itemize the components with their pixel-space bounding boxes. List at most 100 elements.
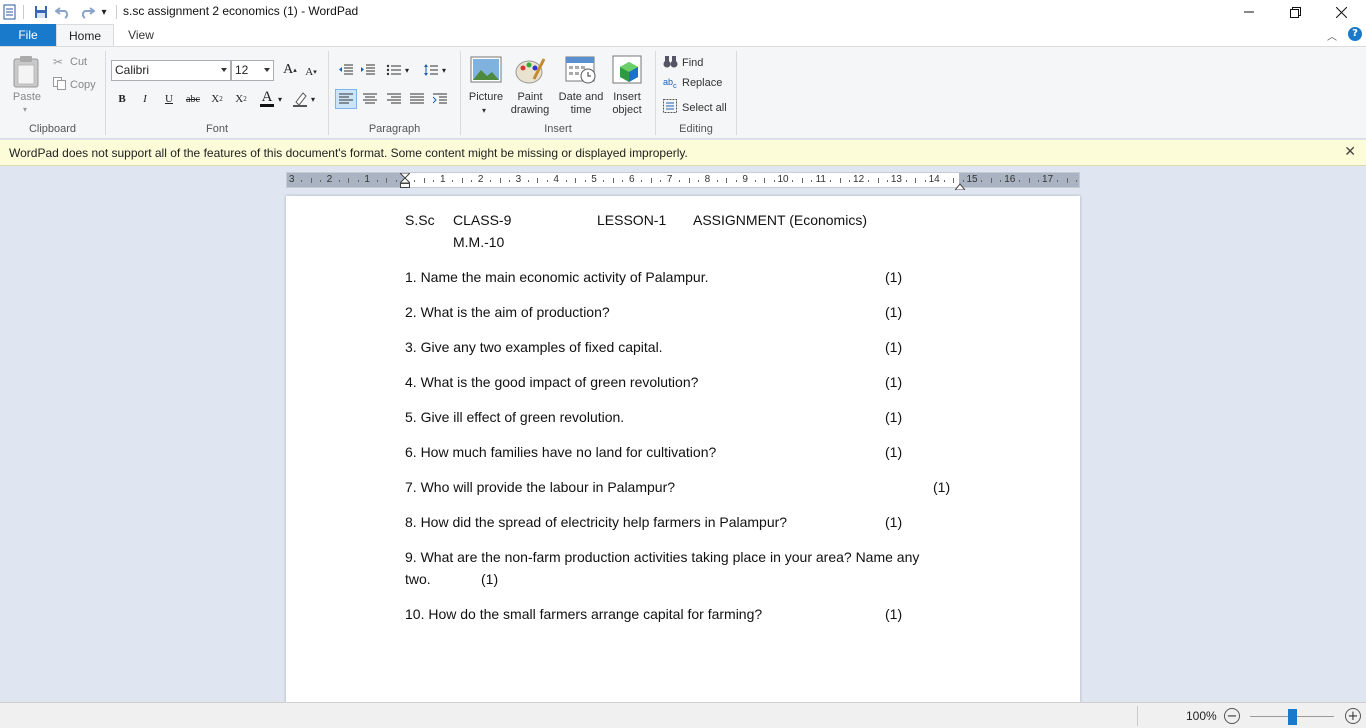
- increase-indent-icon[interactable]: [359, 61, 377, 79]
- strikethrough-icon[interactable]: abc: [184, 90, 202, 108]
- ruler-tick: [1000, 180, 1002, 182]
- ruler-left-indent-marker[interactable]: [398, 172, 412, 188]
- ruler-tick: [565, 180, 567, 182]
- ruler-tick: [924, 180, 926, 182]
- close-warning-icon[interactable]: ✕: [1344, 144, 1356, 160]
- ruler-tick: [348, 178, 350, 183]
- question-marks: (1): [885, 269, 903, 285]
- ruler-label: 6: [629, 174, 635, 185]
- help-icon[interactable]: ?: [1348, 27, 1362, 41]
- paste-dropdown-icon[interactable]: ▾: [23, 103, 27, 116]
- picture-button[interactable]: Picture: [464, 91, 508, 104]
- ruler-tick: [508, 180, 510, 182]
- ruler-tick: [603, 180, 605, 182]
- font-family-select[interactable]: Calibri: [111, 60, 231, 81]
- tab-file[interactable]: File: [0, 24, 56, 46]
- question-marks: (1): [885, 304, 903, 320]
- italic-icon[interactable]: I: [136, 90, 154, 108]
- question-text: 1. Name the main economic activity of Pa…: [405, 269, 709, 285]
- ruler-tick: [868, 180, 870, 182]
- bold-icon[interactable]: B: [113, 90, 131, 108]
- binoculars-icon: [663, 55, 679, 71]
- select-all-button[interactable]: Select all: [663, 99, 727, 116]
- ruler-tick: [499, 178, 501, 183]
- ruler-label: 10: [777, 174, 789, 185]
- chevron-down-icon[interactable]: ▾: [442, 66, 446, 75]
- ruler-tick: [433, 180, 435, 182]
- status-divider: [1137, 706, 1138, 726]
- superscript-icon[interactable]: X2: [232, 90, 250, 108]
- bullet-list-icon[interactable]: [385, 61, 403, 79]
- insert-object-label-1: Insert: [613, 91, 641, 103]
- document-page[interactable]: S.Sc CLASS-9 LESSON-1 ASSIGNMENT (Econom…: [286, 196, 1080, 716]
- select-all-icon: [663, 99, 679, 116]
- chevron-down-icon[interactable]: ▾: [278, 95, 282, 104]
- align-center-icon[interactable]: [361, 90, 379, 108]
- line-spacing-icon[interactable]: [422, 61, 440, 79]
- text-color-icon[interactable]: A: [258, 89, 276, 107]
- save-icon[interactable]: [31, 3, 51, 21]
- ruler-label: 17: [1042, 174, 1054, 185]
- underline-icon[interactable]: U: [160, 90, 178, 108]
- close-button[interactable]: [1318, 0, 1364, 24]
- highlight-color-icon[interactable]: [291, 90, 309, 108]
- header-class: CLASS-9: [453, 212, 512, 228]
- chevron-down-icon: [221, 68, 227, 72]
- replace-button[interactable]: abc Replace: [663, 77, 722, 90]
- wordpad-app-icon[interactable]: [0, 3, 20, 21]
- undo-icon[interactable]: [53, 3, 73, 21]
- ruler[interactable]: 3 2 1 1 2 3 4 5 6 7 8 9 10 11 12 13 14 15 16 17: [286, 172, 1080, 191]
- insert-object-button[interactable]: Insert object: [606, 91, 648, 117]
- header-max-marks: M.M.-10: [453, 234, 505, 250]
- ruler-tick: [622, 180, 624, 182]
- zoom-slider-thumb[interactable]: [1288, 709, 1297, 725]
- editing-group-label: Editing: [679, 123, 713, 135]
- cut-label: Cut: [70, 56, 88, 68]
- picture-icon[interactable]: [470, 55, 502, 85]
- ruler-label: 1: [364, 174, 370, 185]
- grow-font-icon[interactable]: A ▴: [281, 61, 299, 79]
- ruler-label: 2: [326, 174, 333, 185]
- ruler-tick: [584, 180, 586, 182]
- paste-icon[interactable]: [11, 55, 41, 89]
- question-marks: (1): [885, 444, 903, 460]
- decrease-indent-icon[interactable]: [337, 61, 355, 79]
- ruler-tick: [301, 180, 303, 182]
- customize-quick-access-dropdown[interactable]: ▾: [94, 3, 114, 21]
- ruler-tick: [1066, 178, 1068, 183]
- insert-object-icon[interactable]: [612, 55, 644, 85]
- minimize-ribbon-chevron-icon[interactable]: ︿: [1327, 28, 1337, 43]
- question-text: 9. What are the non-farm production acti…: [405, 549, 920, 565]
- chevron-down-icon[interactable]: ▾: [405, 66, 409, 75]
- align-left-icon[interactable]: [335, 89, 357, 109]
- subscript-icon[interactable]: X2: [208, 90, 226, 108]
- date-and-time-icon[interactable]: [565, 55, 597, 85]
- tab-home[interactable]: Home: [56, 24, 114, 46]
- ruler-label: 13: [890, 174, 902, 185]
- paint-drawing-button[interactable]: Paint drawing: [508, 91, 552, 117]
- title-bar: ▾ s.sc assignment 2 economics (1) - Word…: [0, 0, 1366, 24]
- cut-button[interactable]: ✂ Cut: [53, 55, 87, 69]
- ruler-tick: [716, 180, 718, 182]
- copy-button[interactable]: Copy: [53, 77, 96, 93]
- align-right-icon[interactable]: [385, 90, 403, 108]
- ruler-tick: [386, 178, 388, 183]
- font-size-value: 12: [235, 63, 249, 77]
- zoom-out-icon[interactable]: −: [1224, 708, 1240, 724]
- restore-button[interactable]: [1272, 0, 1318, 24]
- zoom-in-icon[interactable]: +: [1345, 708, 1361, 724]
- ruler-right-indent-marker[interactable]: [953, 179, 967, 191]
- shrink-font-icon[interactable]: A ▾: [302, 63, 320, 81]
- minimize-button[interactable]: [1226, 0, 1272, 24]
- question-text-continuation: two.: [405, 571, 431, 587]
- font-size-select[interactable]: 12: [231, 60, 274, 81]
- date-and-time-button[interactable]: Date and time: [556, 91, 606, 117]
- paragraph-settings-icon[interactable]: [431, 90, 449, 108]
- paint-drawing-icon[interactable]: [514, 55, 546, 85]
- justify-icon[interactable]: [408, 90, 426, 108]
- find-button[interactable]: Find: [663, 55, 703, 71]
- tab-view[interactable]: View: [116, 24, 166, 46]
- chevron-down-icon[interactable]: ▾: [482, 104, 486, 117]
- chevron-down-icon[interactable]: ▾: [311, 95, 315, 104]
- ruler-tick: [679, 180, 681, 182]
